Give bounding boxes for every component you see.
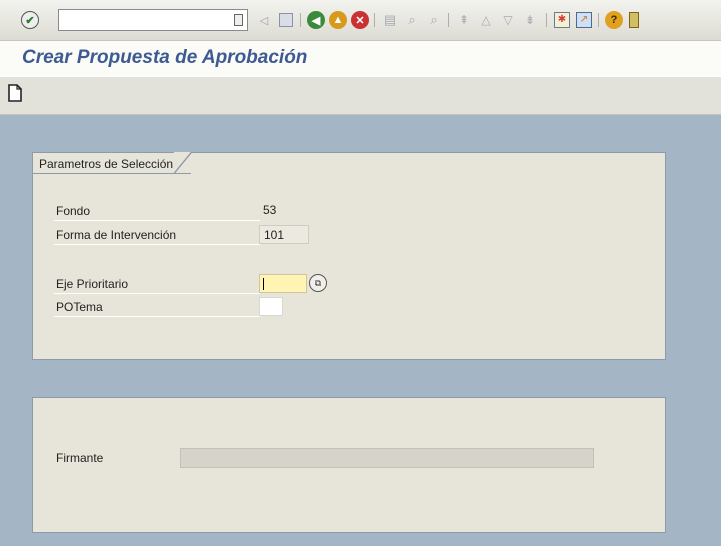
collapse-arrow-icon[interactable]: ◁ — [254, 10, 274, 30]
next-page-icon[interactable]: ▽ — [498, 10, 518, 30]
shortcut-icon[interactable]: ↗ — [574, 10, 594, 30]
standard-toolbar: ✔ ◁ ◀ ▲ ✕ ▤ ⌕ ⌕ ⇞ △ ▽ ⇟ ✱ ↗ ? — [0, 0, 721, 41]
command-history-dropdown[interactable] — [234, 14, 243, 26]
command-field[interactable] — [58, 9, 248, 31]
page-title: Crear Propuesta de Aprobación — [22, 47, 308, 68]
exit-icon[interactable]: ▲ — [328, 10, 348, 30]
new-document-icon — [8, 84, 22, 102]
firmante-label: Firmante — [56, 451, 104, 465]
previous-page-icon[interactable]: △ — [476, 10, 496, 30]
fondo-label: Fondo — [54, 201, 260, 221]
potema-label: POTema — [54, 297, 260, 317]
last-page-icon[interactable]: ⇟ — [520, 10, 540, 30]
eje-prioritario-label: Eje Prioritario — [54, 274, 260, 294]
layout-icon[interactable] — [624, 10, 644, 30]
text-cursor — [263, 278, 264, 290]
forma-intervencion-value: 101 — [259, 225, 309, 244]
firmante-field[interactable] — [180, 448, 594, 468]
first-page-icon[interactable]: ⇞ — [454, 10, 474, 30]
group-title: Parametros de Selección — [32, 152, 193, 174]
title-bar: Crear Propuesta de Aprobación — [0, 41, 721, 76]
selection-parameters-group: Parametros de Selección Fondo 53 Forma d… — [32, 152, 666, 360]
value-help-icon[interactable]: ⧉ — [309, 274, 327, 292]
work-area: Parametros de Selección Fondo 53 Forma d… — [0, 115, 721, 546]
fondo-value: 53 — [263, 203, 277, 217]
create-session-icon[interactable]: ✱ — [552, 10, 572, 30]
find-icon[interactable]: ⌕ — [402, 10, 422, 30]
new-document-button[interactable] — [4, 82, 26, 104]
signer-group: Firmante — [32, 397, 666, 533]
forma-intervencion-label: Forma de Intervención — [54, 225, 260, 245]
enter-icon[interactable]: ✔ — [20, 10, 40, 30]
print-icon[interactable]: ▤ — [380, 10, 400, 30]
find-next-icon[interactable]: ⌕ — [424, 10, 444, 30]
help-icon[interactable]: ? — [604, 10, 624, 30]
cancel-icon[interactable]: ✕ — [350, 10, 370, 30]
save-icon[interactable] — [276, 10, 296, 30]
application-toolbar — [0, 77, 721, 115]
potema-input[interactable] — [259, 297, 283, 316]
back-icon[interactable]: ◀ — [306, 10, 326, 30]
eje-prioritario-input[interactable] — [259, 274, 307, 293]
